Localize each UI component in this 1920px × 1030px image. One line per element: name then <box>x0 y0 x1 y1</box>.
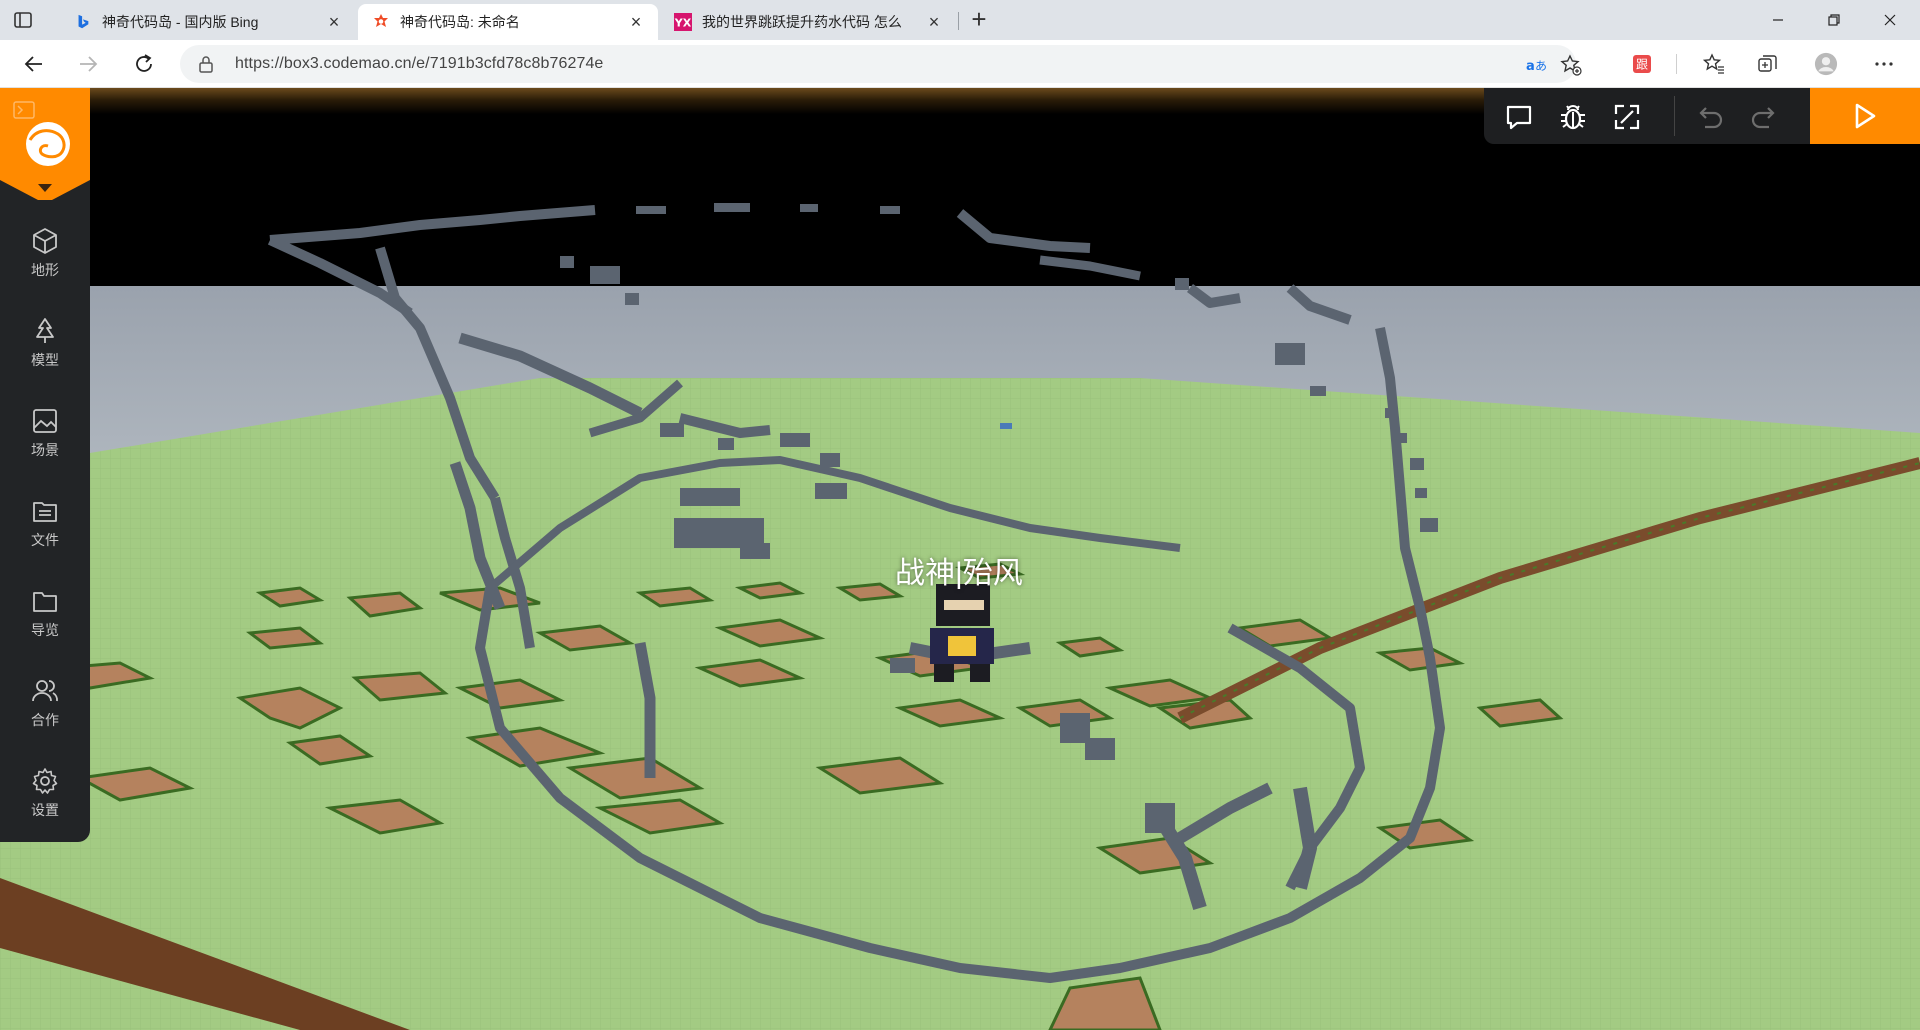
image-icon <box>33 409 57 433</box>
address-bar[interactable]: https://box3.codemao.cn/e/7191b3cfd78c8b… <box>180 45 1582 83</box>
play-button[interactable] <box>1810 88 1920 144</box>
toolbar-separator <box>1676 54 1677 74</box>
back-button[interactable] <box>18 48 50 80</box>
undo-icon[interactable] <box>1696 102 1726 132</box>
browser-toolbar: https://box3.codemao.cn/e/7191b3cfd78c8b… <box>0 40 1920 88</box>
file-icon <box>33 502 57 522</box>
fullscreen-icon[interactable] <box>1612 102 1642 132</box>
restore-button[interactable] <box>1806 0 1862 40</box>
sidebar-item-scene[interactable]: 场景 <box>0 393 90 473</box>
cube-icon <box>33 228 57 254</box>
new-tab-button[interactable]: + <box>966 6 992 33</box>
lock-icon[interactable] <box>198 55 214 78</box>
chat-icon[interactable] <box>1504 102 1534 132</box>
sidebar-item-collaborate[interactable]: 合作 <box>0 663 90 743</box>
close-tab-icon[interactable]: × <box>924 12 944 32</box>
sidebar-item-models[interactable]: 模型 <box>0 303 90 383</box>
tab-separator <box>958 12 959 30</box>
svg-text:あ: あ <box>1535 59 1547 73</box>
sidebar-item-guide[interactable]: 导览 <box>0 573 90 653</box>
refresh-button[interactable] <box>128 48 160 80</box>
editor-toolbar <box>1484 88 1810 144</box>
sidebar-item-label: 设置 <box>31 802 59 818</box>
tab-actions-icon[interactable] <box>12 9 34 31</box>
svg-text:YX: YX <box>674 17 692 30</box>
debug-bug-icon[interactable] <box>1558 102 1588 132</box>
close-window-button[interactable] <box>1862 0 1918 40</box>
url-text[interactable]: https://box3.codemao.cn/e/7191b3cfd78c8b… <box>235 55 603 73</box>
redo-icon[interactable] <box>1748 102 1778 132</box>
sidebar-item-label: 模型 <box>31 352 59 368</box>
add-favorite-icon[interactable] <box>1560 54 1582 76</box>
minimize-button[interactable] <box>1750 0 1806 40</box>
collections-icon[interactable] <box>1756 52 1780 76</box>
folder-icon <box>33 592 57 612</box>
tab-codemao[interactable]: 神奇代码岛: 未命名 × <box>358 4 658 40</box>
gear-icon <box>32 768 58 794</box>
tab-title: 神奇代码岛 - 国内版 Bing <box>102 14 259 30</box>
sidebar-item-label: 场景 <box>31 442 59 458</box>
tab-strip: 神奇代码岛 - 国内版 Bing × 神奇代码岛: 未命名 × YX 我的世界跳… <box>0 0 1920 40</box>
editor-sidebar: 地形 模型 场景 文件 导览 合作 设置 <box>0 88 90 842</box>
more-menu-icon[interactable] <box>1872 52 1896 76</box>
forward-button[interactable] <box>72 48 104 80</box>
svg-text:a: a <box>1526 59 1535 74</box>
tab-title: 我的世界跳跃提升药水代码 怎么 <box>702 14 902 30</box>
favorites-icon[interactable] <box>1702 52 1726 76</box>
codemao-icon <box>372 13 390 31</box>
close-tab-icon[interactable]: × <box>626 12 646 32</box>
play-icon <box>1855 103 1876 129</box>
svg-text:跟: 跟 <box>1636 58 1648 72</box>
sidebar-item-label: 合作 <box>31 712 59 728</box>
tab-yx[interactable]: YX 我的世界跳跃提升药水代码 怎么 × <box>660 4 956 40</box>
translate-icon[interactable]: aあ <box>1526 54 1548 76</box>
codemao-logo[interactable] <box>0 88 90 200</box>
yx-icon: YX <box>674 13 692 31</box>
bing-icon <box>74 13 92 31</box>
player-nametag: 战神|殆风 <box>895 557 1023 590</box>
profile-avatar[interactable] <box>1814 52 1838 76</box>
sidebar-item-label: 导览 <box>31 622 59 638</box>
sidebar-item-label: 文件 <box>31 532 59 548</box>
users-icon <box>32 680 58 702</box>
sidebar-item-files[interactable]: 文件 <box>0 483 90 563</box>
tab-bing[interactable]: 神奇代码岛 - 国内版 Bing × <box>60 4 356 40</box>
sidebar-item-terrain[interactable]: 地形 <box>0 213 90 293</box>
extension-icon[interactable]: 跟 <box>1630 52 1654 76</box>
sidebar-item-label: 地形 <box>31 262 59 278</box>
toolbar-separator <box>1674 96 1675 136</box>
tab-title: 神奇代码岛: 未命名 <box>400 14 520 30</box>
close-tab-icon[interactable]: × <box>324 12 344 32</box>
sidebar-item-settings[interactable]: 设置 <box>0 753 90 833</box>
tree-icon <box>36 318 54 343</box>
